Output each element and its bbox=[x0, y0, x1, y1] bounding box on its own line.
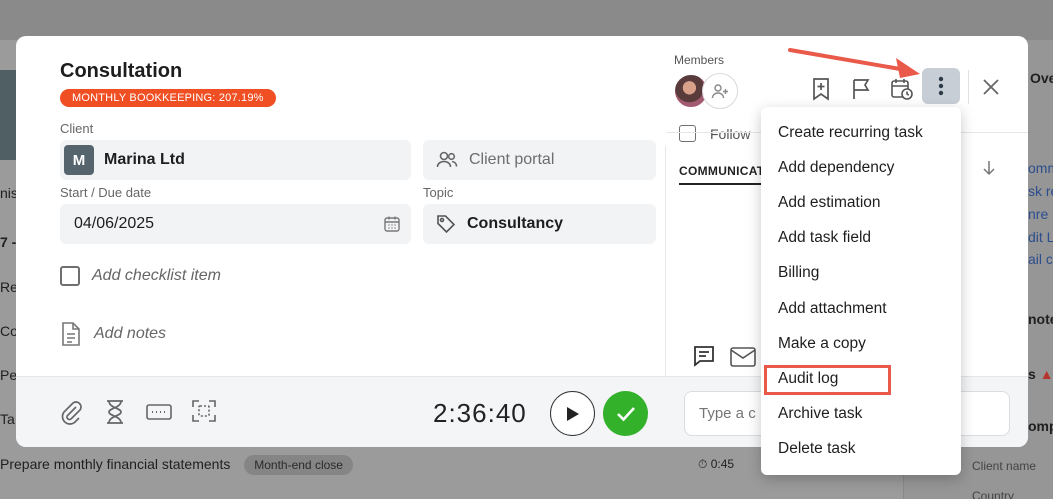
menu-item-archive-task[interactable]: Archive task bbox=[761, 396, 961, 431]
client-portal-label: Client portal bbox=[469, 151, 555, 168]
close-button[interactable] bbox=[976, 72, 1006, 102]
add-member-button[interactable] bbox=[702, 73, 738, 109]
dates-label: Start / Due date bbox=[60, 185, 152, 200]
users-icon bbox=[436, 151, 458, 168]
tab-communication[interactable]: COMMUNICAT bbox=[679, 164, 764, 178]
check-icon bbox=[616, 406, 635, 421]
budget-badge: MONTHLY BOOKKEEPING: 207.19% bbox=[60, 89, 276, 107]
menu-item-delete-task[interactable]: Delete task bbox=[761, 431, 961, 466]
country-label: Country bbox=[972, 489, 1015, 499]
complete-task-button[interactable] bbox=[603, 391, 648, 436]
date-field[interactable]: 04/06/2025 bbox=[60, 204, 411, 244]
task-tag: Month-end close bbox=[244, 455, 353, 475]
checklist-checkbox[interactable] bbox=[60, 266, 80, 286]
date-value: 04/06/2025 bbox=[74, 215, 155, 232]
task-details: Consultation MONTHLY BOOKKEEPING: 207.19… bbox=[16, 36, 666, 376]
overview-header: Ove bbox=[1030, 70, 1053, 86]
checklist-add[interactable]: Add checklist item bbox=[60, 266, 221, 286]
menu-item-add-estimation[interactable]: Add estimation bbox=[761, 185, 961, 220]
company-section: omp bbox=[1028, 418, 1053, 434]
notes-add[interactable]: Add notes bbox=[60, 321, 166, 347]
menu-item-add-attachment[interactable]: Add attachment bbox=[761, 291, 961, 326]
tags-section: s ▲ bbox=[1028, 366, 1053, 382]
right-link[interactable]: ail c bbox=[1028, 251, 1053, 267]
background-topbar bbox=[0, 0, 1053, 40]
topic-value: Consultancy bbox=[467, 215, 564, 232]
annotation-arrow-icon bbox=[788, 48, 920, 78]
background-row: Ta bbox=[0, 411, 15, 427]
play-timer-button[interactable] bbox=[550, 391, 595, 436]
keyboard-icon[interactable] bbox=[146, 401, 172, 423]
task-time: ⏱ 0:45 bbox=[698, 457, 735, 471]
client-name: Marina Ltd bbox=[104, 151, 185, 168]
background-row: Pe bbox=[0, 367, 18, 383]
audit-log-highlight-box bbox=[764, 365, 891, 395]
calendar-icon[interactable] bbox=[383, 215, 401, 233]
right-link[interactable]: nre bbox=[1028, 206, 1048, 222]
play-icon bbox=[566, 406, 579, 421]
more-options-menu: Create recurring task Add dependency Add… bbox=[761, 107, 961, 475]
hourglass-icon[interactable] bbox=[104, 399, 126, 425]
tab-underline bbox=[679, 183, 769, 185]
follow-toggle[interactable]: Follow bbox=[679, 125, 750, 142]
client-label: Client bbox=[60, 121, 94, 136]
menu-item-add-task-field[interactable]: Add task field bbox=[761, 220, 961, 255]
topic-field[interactable]: Consultancy bbox=[423, 204, 656, 244]
notes-placeholder[interactable]: Add notes bbox=[94, 325, 166, 343]
menu-item-create-recurring-task[interactable]: Create recurring task bbox=[761, 115, 961, 150]
mail-icon[interactable] bbox=[730, 347, 756, 367]
background-left-block bbox=[0, 70, 16, 160]
follow-checkbox[interactable] bbox=[679, 125, 696, 142]
client-name-label: Client name bbox=[972, 459, 1037, 473]
right-link[interactable]: omm bbox=[1028, 160, 1053, 176]
notes-section: note bbox=[1028, 311, 1053, 327]
follow-label: Follow bbox=[710, 125, 751, 142]
document-icon bbox=[62, 322, 80, 346]
header-separator bbox=[968, 70, 969, 104]
client-portal-field[interactable]: Client portal bbox=[423, 140, 656, 180]
more-vertical-icon bbox=[938, 76, 944, 96]
right-link[interactable]: sk re bbox=[1028, 183, 1053, 199]
menu-item-billing[interactable]: Billing bbox=[761, 255, 961, 290]
client-avatar: M bbox=[64, 145, 94, 175]
task-title[interactable]: Consultation bbox=[60, 60, 182, 83]
close-icon bbox=[983, 79, 999, 95]
arrow-down-icon[interactable] bbox=[982, 160, 996, 176]
scan-icon[interactable] bbox=[190, 397, 218, 425]
tag-icon bbox=[437, 215, 456, 234]
background-task-row[interactable]: Prepare monthly financial statements Mon… bbox=[0, 455, 353, 475]
warning-icon: ▲ bbox=[1039, 366, 1053, 382]
background-row: 7 - bbox=[0, 234, 17, 250]
members-label: Members bbox=[674, 53, 725, 67]
comment-icon[interactable] bbox=[692, 344, 716, 368]
paperclip-icon[interactable] bbox=[58, 399, 84, 425]
topic-label: Topic bbox=[423, 185, 454, 200]
add-user-icon bbox=[711, 84, 728, 99]
menu-item-add-dependency[interactable]: Add dependency bbox=[761, 150, 961, 185]
menu-item-make-a-copy[interactable]: Make a copy bbox=[761, 326, 961, 361]
timer-display: 2:36:40 bbox=[433, 398, 527, 428]
checklist-placeholder[interactable]: Add checklist item bbox=[92, 267, 221, 285]
task-title: Prepare monthly financial statements bbox=[0, 456, 231, 472]
right-link[interactable]: dit L bbox=[1028, 229, 1053, 245]
client-field[interactable]: M Marina Ltd bbox=[60, 140, 411, 180]
